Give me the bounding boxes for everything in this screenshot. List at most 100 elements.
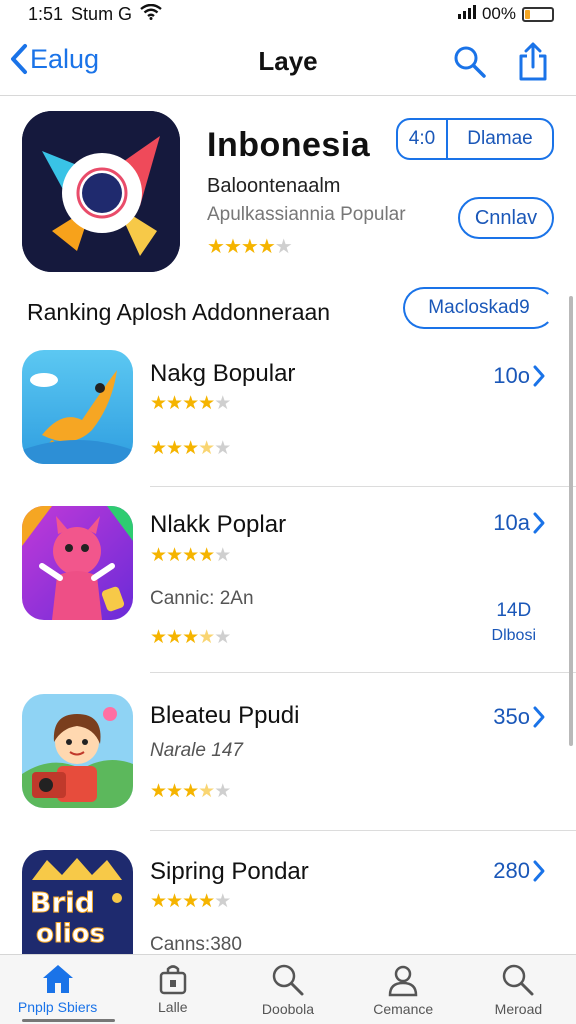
signal-icon xyxy=(457,4,476,24)
svg-text:Brid: Brid xyxy=(30,886,95,919)
star-icon: ★ xyxy=(150,781,167,802)
app-value: 280 xyxy=(493,858,530,883)
app-rating-secondary: ★★★★★ xyxy=(150,626,231,649)
tab-bar: Pnplp Sbiers Lalle Doobola Cemance Meroa… xyxy=(0,954,576,1024)
wifi-icon xyxy=(140,3,162,25)
star-icon: ★ xyxy=(214,545,231,566)
star-icon: ★ xyxy=(214,438,231,459)
star-icon: ★ xyxy=(240,236,259,258)
share-button[interactable] xyxy=(516,42,550,87)
star-icon: ★ xyxy=(214,781,231,802)
list-item[interactable]: Brid olios Sipring Pondar ★★★★★ Canns:38… xyxy=(0,850,566,955)
battery-level xyxy=(525,9,530,19)
chevron-right-icon xyxy=(533,860,545,882)
app-meta: Cannic: 2An xyxy=(150,588,254,609)
app-icon: Brid olios xyxy=(22,850,133,954)
star-icon: ★ xyxy=(207,236,225,258)
star-icon: ★ xyxy=(182,393,199,414)
star-icon: ★ xyxy=(150,891,167,912)
app-value: 35o xyxy=(493,704,530,729)
chevron-right-icon xyxy=(533,512,545,534)
divider xyxy=(150,672,576,673)
tab-doobola[interactable]: Doobola xyxy=(230,955,345,1024)
featured-app-rating: ★★★★★ xyxy=(207,234,293,259)
lock-bag-icon xyxy=(159,965,187,995)
featured-action-button[interactable]: Cnnlav xyxy=(458,197,554,239)
list-item[interactable]: Nakg Bopular ★★★★★ ★★★★★ 10o xyxy=(0,350,566,480)
tab-lalle[interactable]: Lalle xyxy=(115,955,230,1024)
star-icon: ★ xyxy=(198,545,215,566)
chevron-right-icon xyxy=(533,706,545,728)
scrollbar[interactable] xyxy=(569,296,573,746)
app-value: 10o xyxy=(493,363,530,388)
tab-label: Cemance xyxy=(373,1001,434,1017)
star-icon: ★ xyxy=(182,627,199,648)
star-icon: ★ xyxy=(182,438,199,459)
status-time: 1:51 xyxy=(28,4,64,24)
star-icon: ★ xyxy=(214,891,231,912)
tab-meroad[interactable]: Meroad xyxy=(461,955,576,1024)
tab-label: Lalle xyxy=(158,999,188,1015)
star-icon: ★ xyxy=(150,438,167,459)
app-name: Sipring Pondar xyxy=(150,858,309,885)
app-sub-label: Dlbosi xyxy=(491,626,536,644)
app-rating: ★★★★★ xyxy=(150,392,231,415)
app-value-button[interactable]: 10o xyxy=(493,363,546,389)
star-icon: ★ xyxy=(274,236,293,258)
segmented-control: 4:0 Dlamae xyxy=(396,118,554,160)
star-icon: ★ xyxy=(150,545,167,566)
list-item[interactable]: Bleateu Ppudi Narale 147 ★★★★★ 35o xyxy=(0,694,566,814)
star-icon: ★ xyxy=(198,393,215,414)
app-icon xyxy=(22,350,133,464)
app-rating: ★★★★★ xyxy=(150,780,231,803)
app-icon xyxy=(22,694,133,808)
star-icon: ★ xyxy=(166,545,183,566)
search-icon xyxy=(272,964,304,996)
app-icon xyxy=(22,506,133,620)
star-icon: ★ xyxy=(166,627,183,648)
search-icon xyxy=(503,964,534,996)
active-tab-indicator xyxy=(22,1019,116,1022)
tab-label: Pnplp Sbiers xyxy=(17,999,98,1015)
person-icon xyxy=(388,965,418,997)
featured-app-category: Apulkassiannia Popular xyxy=(207,204,406,225)
app-meta: Narale 147 xyxy=(150,740,243,761)
list-item[interactable]: Nlakk Poplar ★★★★★ Cannic: 2An ★★★★★ 10a… xyxy=(0,506,566,656)
featured-app-subtitle: Baloontenaalm xyxy=(207,175,341,197)
section-title: Ranking Aplosh Addonneraan xyxy=(27,299,331,325)
search-button[interactable] xyxy=(452,44,488,85)
star-icon: ★ xyxy=(166,891,183,912)
star-icon: ★ xyxy=(198,781,215,802)
star-icon: ★ xyxy=(214,393,231,414)
status-carrier: Stum G xyxy=(71,4,133,24)
app-rating-secondary: ★★★★★ xyxy=(150,437,231,460)
app-value-button[interactable]: 280 xyxy=(493,858,546,884)
tab-home[interactable]: Pnplp Sbiers xyxy=(0,955,116,1024)
star-icon: ★ xyxy=(166,438,183,459)
app-value-button[interactable]: 10a xyxy=(493,510,546,536)
star-icon: ★ xyxy=(182,781,199,802)
tab-label: Meroad xyxy=(494,1001,543,1017)
star-icon: ★ xyxy=(214,627,231,648)
segment-left[interactable]: 4:0 xyxy=(398,120,448,158)
star-icon: ★ xyxy=(150,393,167,414)
chevron-right-icon xyxy=(533,365,545,387)
status-bar: 1:51 Stum G 00% xyxy=(0,0,576,28)
section-pill-button[interactable]: Macloskad9 xyxy=(403,287,555,329)
svg-text:olios: olios xyxy=(36,919,105,949)
app-value: 10a xyxy=(493,510,530,535)
tab-cemance[interactable]: Cemance xyxy=(346,955,461,1024)
divider xyxy=(150,830,576,831)
featured-app-icon[interactable] xyxy=(22,111,180,272)
app-rating: ★★★★★ xyxy=(150,890,231,913)
app-value-button[interactable]: 35o xyxy=(493,704,546,730)
app-meta: Canns:380 xyxy=(150,934,242,955)
navigation-bar: Ealug Laye xyxy=(0,32,576,96)
page-title: Laye xyxy=(258,46,318,76)
share-icon xyxy=(519,42,547,81)
featured-app-title: Inbonesia xyxy=(207,126,371,164)
star-icon: ★ xyxy=(166,393,183,414)
home-icon xyxy=(42,965,73,993)
star-icon: ★ xyxy=(257,236,276,258)
segment-right[interactable]: Dlamae xyxy=(448,120,552,158)
